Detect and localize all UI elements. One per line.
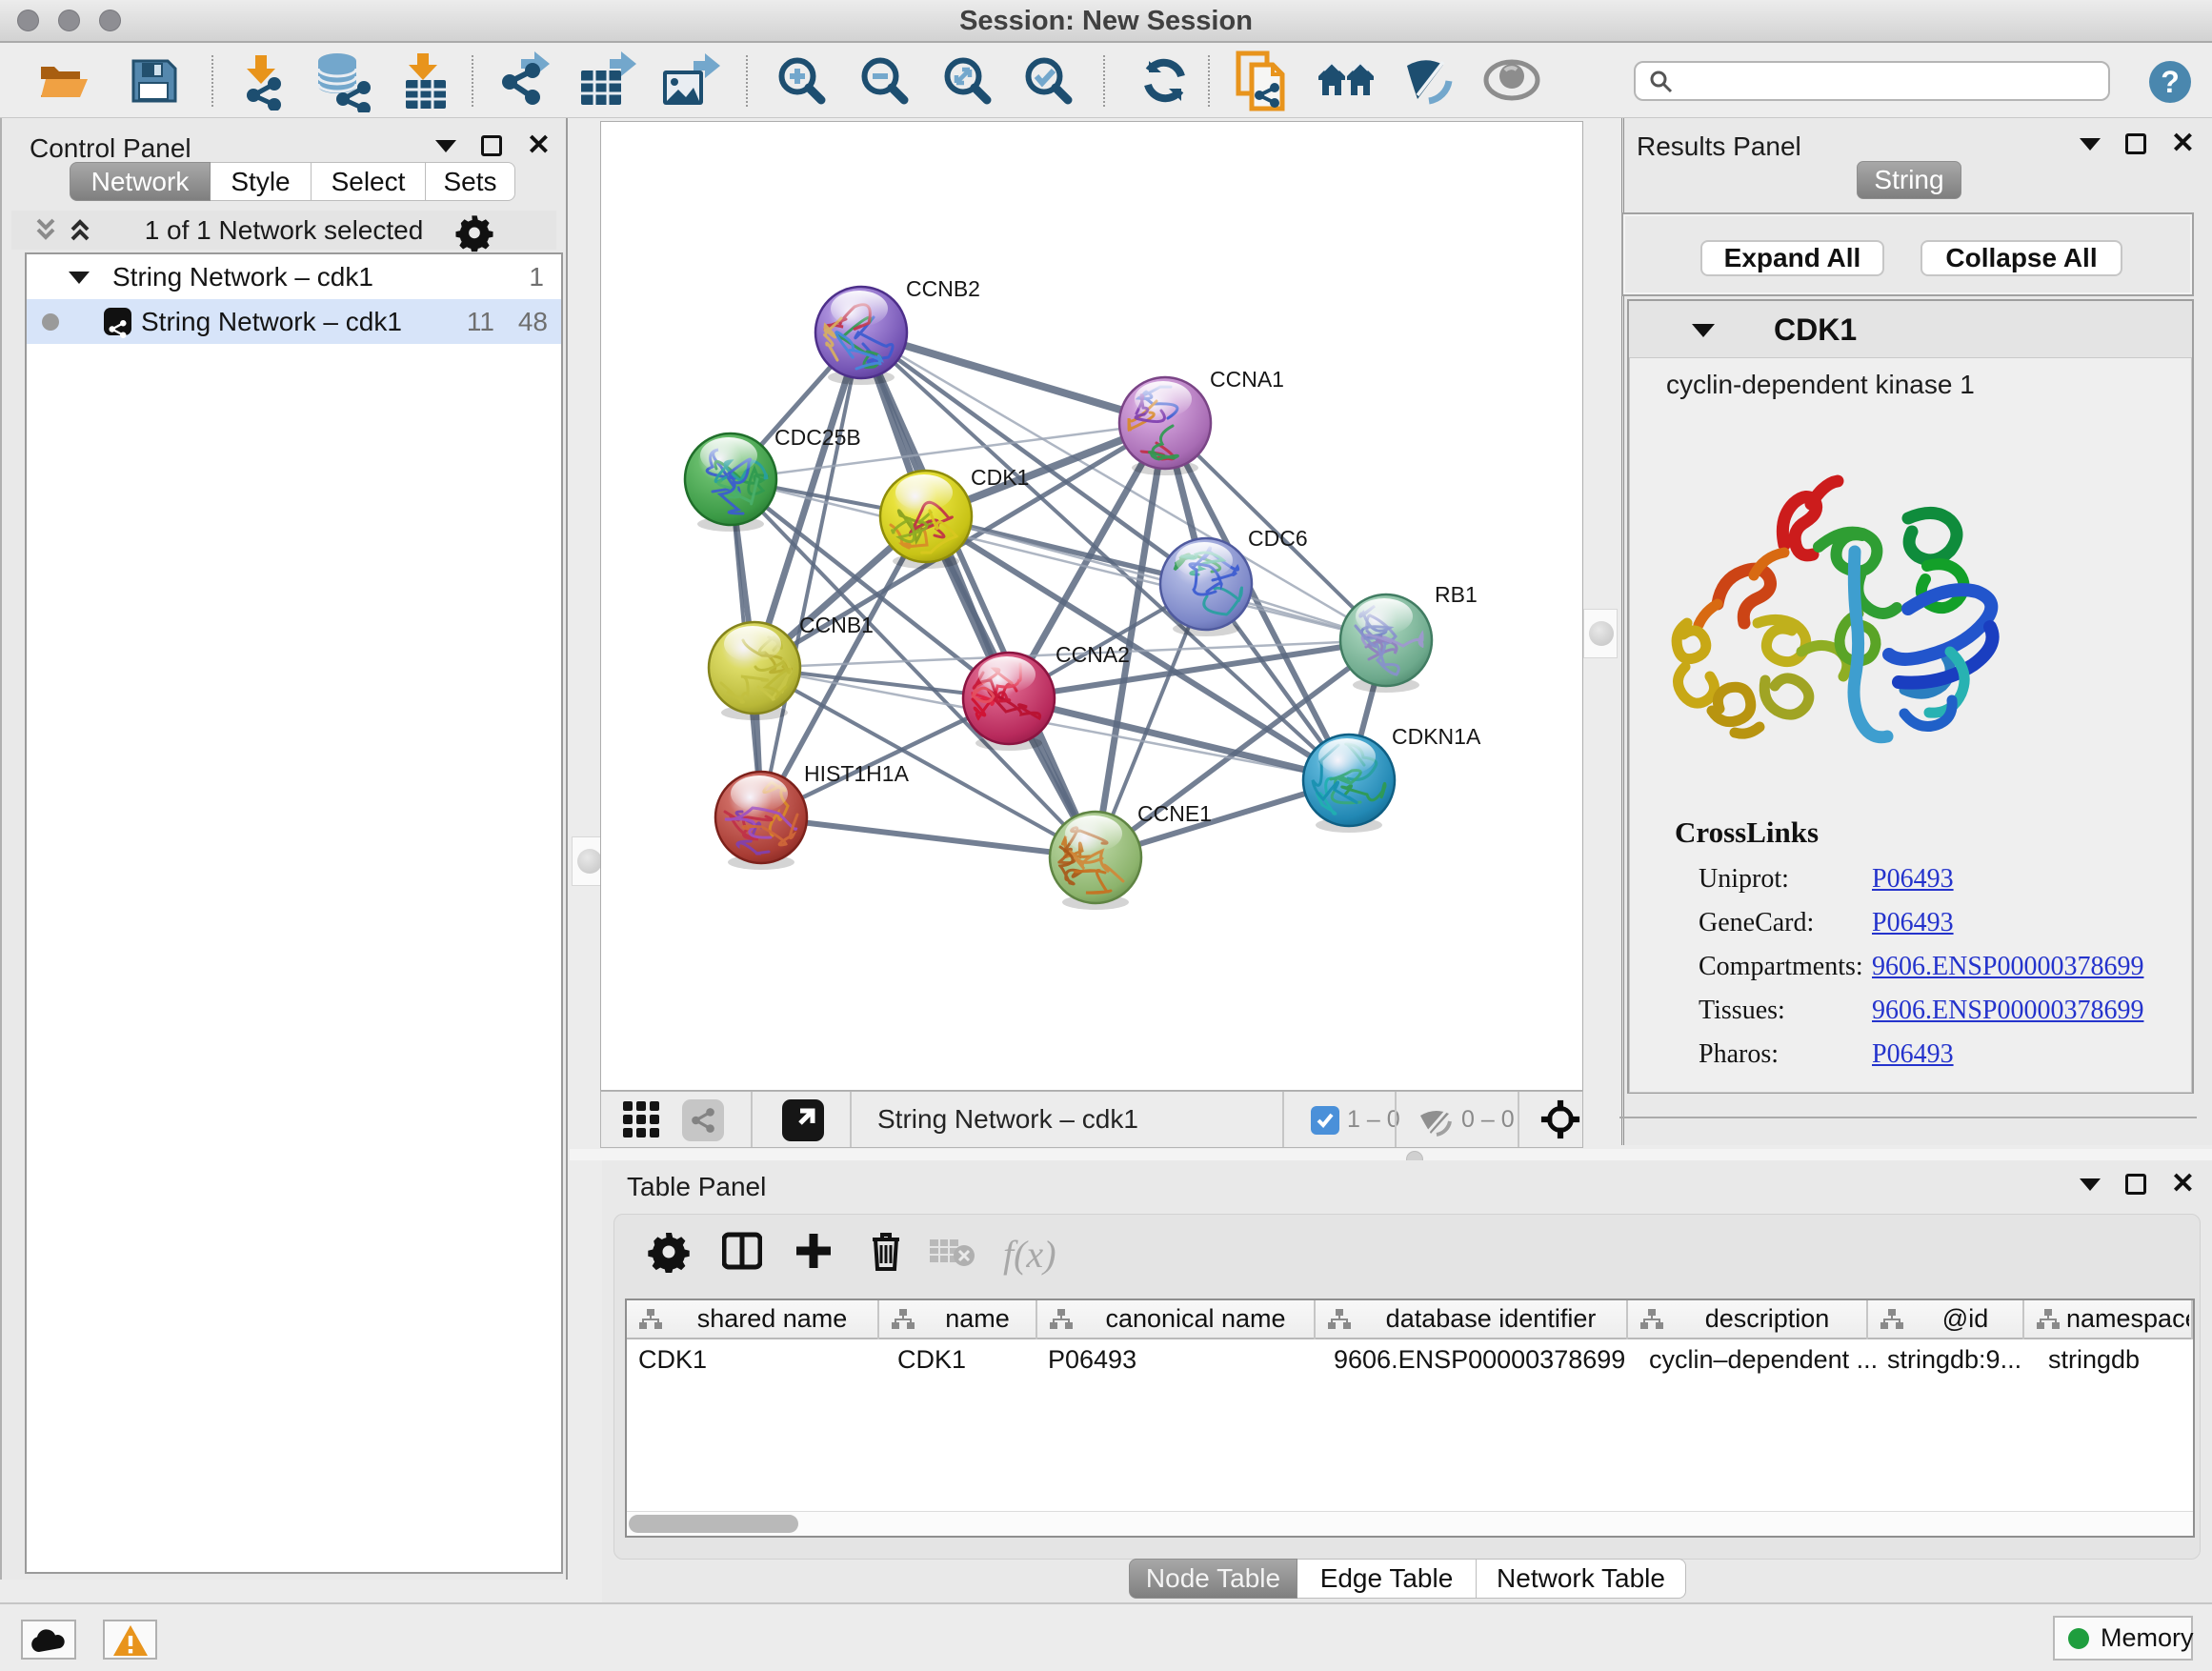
svg-text:CDC25B: CDC25B [774, 425, 861, 450]
svg-text:CDKN1A: CDKN1A [1392, 724, 1481, 749]
svg-text:CCNA2: CCNA2 [1056, 642, 1130, 667]
svg-text:CCNB1: CCNB1 [799, 613, 874, 637]
svg-text:RB1: RB1 [1435, 582, 1478, 607]
svg-text:CCNA1: CCNA1 [1210, 367, 1284, 392]
svg-text:CCNB2: CCNB2 [906, 276, 980, 301]
svg-text:CDK1: CDK1 [971, 465, 1029, 490]
svg-text:CDC6: CDC6 [1248, 526, 1308, 551]
svg-text:CCNE1: CCNE1 [1137, 801, 1212, 826]
svg-text:HIST1H1A: HIST1H1A [804, 761, 910, 786]
